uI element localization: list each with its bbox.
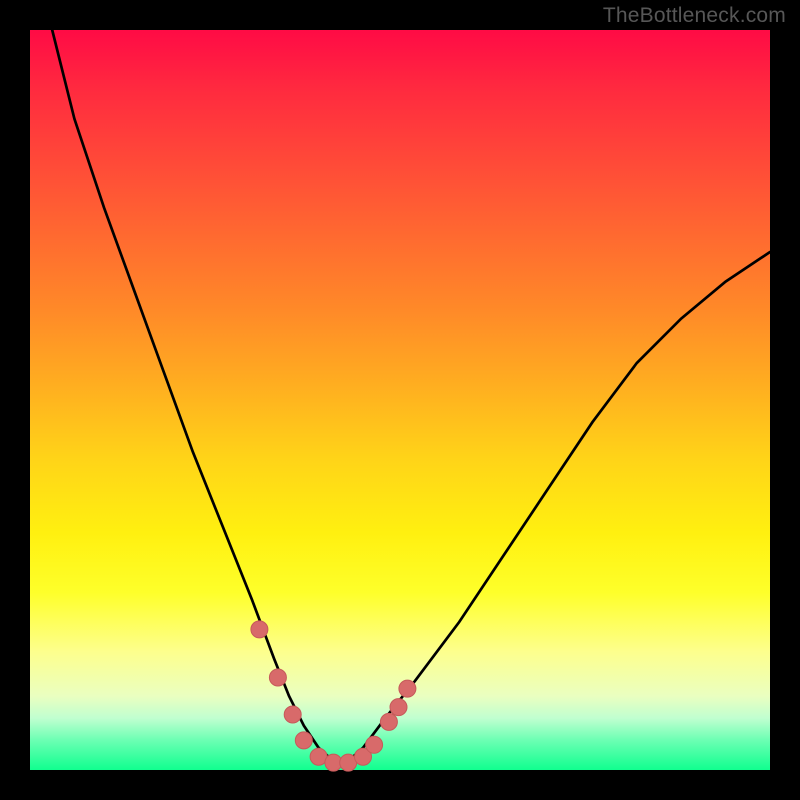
curve-layer (30, 30, 770, 770)
plot-area (30, 30, 770, 770)
data-marker (295, 732, 312, 749)
data-marker (390, 699, 407, 716)
marker-group (251, 621, 416, 771)
data-marker (380, 713, 397, 730)
chart-frame: TheBottleneck.com (0, 0, 800, 800)
data-marker (251, 621, 268, 638)
watermark-text: TheBottleneck.com (603, 4, 786, 28)
data-marker (269, 669, 286, 686)
data-marker (399, 680, 416, 697)
data-marker (284, 706, 301, 723)
data-marker (366, 736, 383, 753)
bottleneck-curve (52, 30, 770, 761)
